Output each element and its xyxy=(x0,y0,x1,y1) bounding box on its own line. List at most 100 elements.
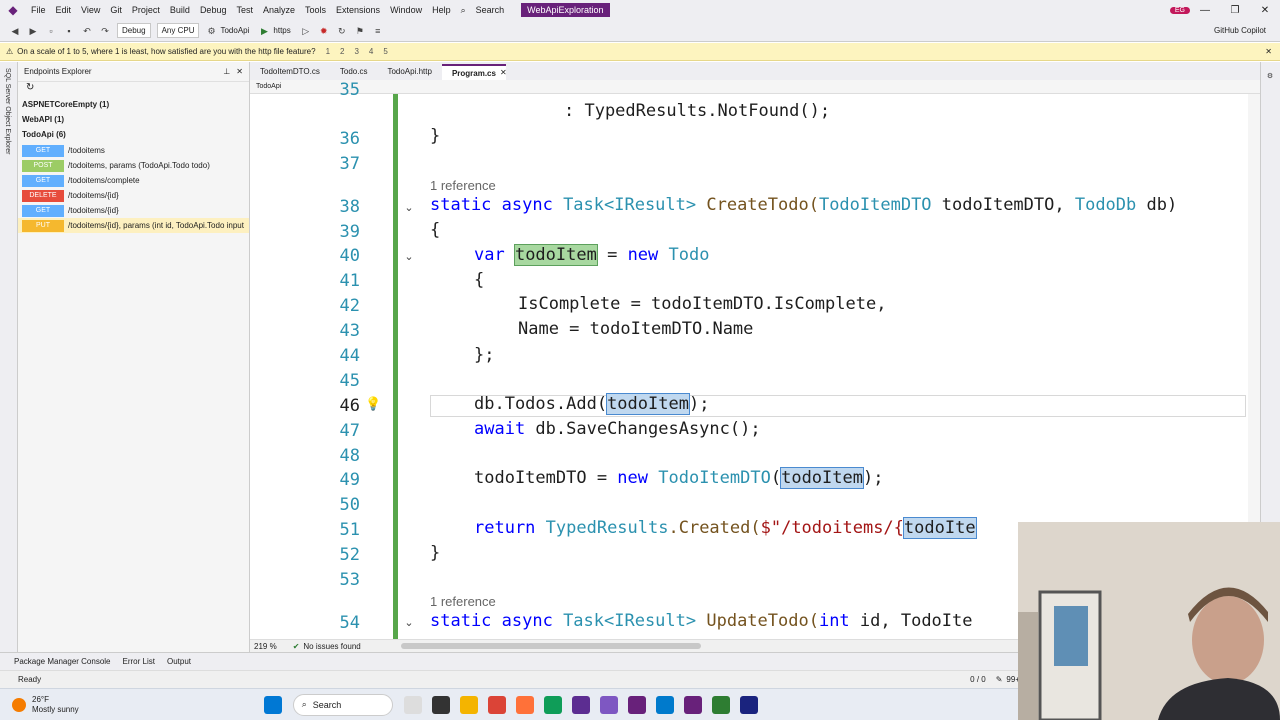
code-line-47[interactable]: await db.SaveChangesAsync(); xyxy=(474,419,761,439)
start-icon[interactable] xyxy=(263,695,282,714)
code-line-38[interactable]: static async Task<IResult> CreateTodo(To… xyxy=(430,195,1177,215)
refresh-icon[interactable]: ↻ xyxy=(18,82,249,98)
taskbar-search[interactable]: ⌕ Search xyxy=(292,693,393,716)
project-dropdown[interactable]: TodoApi xyxy=(256,83,281,90)
code-line-51[interactable]: return TypedResults.Created($"/todoitems… xyxy=(474,517,977,539)
hot-reload-icon[interactable]: ✹ xyxy=(317,24,331,38)
menu-edit[interactable]: Edit xyxy=(51,5,77,15)
collapse-icon[interactable]: ⌄ xyxy=(402,201,416,214)
rating-2[interactable]: 2 xyxy=(340,47,344,56)
horizontal-scrollbar[interactable] xyxy=(400,643,701,649)
tab-todoapi-http[interactable]: TodoApi.http xyxy=(377,64,441,80)
visual-studio-logo-icon[interactable]: ◆ xyxy=(6,3,20,17)
teams-icon[interactable] xyxy=(571,695,590,714)
group-todoapi[interactable]: TodoApi (6) xyxy=(18,128,249,143)
rating-5[interactable]: 5 xyxy=(383,47,387,56)
zoom-level[interactable]: 219 % xyxy=(254,642,277,651)
comment-icon[interactable]: ≡ xyxy=(371,24,385,38)
code-line-52[interactable]: } xyxy=(430,543,440,563)
code-line-54[interactable]: static async Task<IResult> UpdateTodo(in… xyxy=(430,611,973,631)
configuration-select[interactable]: Debug xyxy=(117,23,151,38)
endpoint-row[interactable]: GET /todoitems/{id} xyxy=(18,203,249,218)
file-explorer-icon[interactable] xyxy=(459,695,478,714)
github-copilot-button[interactable]: GitHub Copilot xyxy=(1214,26,1266,35)
code-line-46[interactable]: db.Todos.Add(todoItem); xyxy=(474,393,709,415)
menu-extensions[interactable]: Extensions xyxy=(331,5,385,15)
tab-output[interactable]: Output xyxy=(167,657,191,666)
rating-4[interactable]: 4 xyxy=(369,47,373,56)
forward-icon[interactable]: ▶ xyxy=(26,24,40,38)
search-icon[interactable]: ⌕ xyxy=(456,5,471,16)
run-without-debugging-icon[interactable]: ▷ xyxy=(299,24,313,38)
edge-icon[interactable] xyxy=(543,695,562,714)
menu-window[interactable]: Window xyxy=(385,5,427,15)
app-icon[interactable] xyxy=(599,695,618,714)
pin-icon[interactable]: ⊥ xyxy=(223,67,230,76)
menu-analyze[interactable]: Analyze xyxy=(258,5,300,15)
app-icon[interactable] xyxy=(711,695,730,714)
menu-git[interactable]: Git xyxy=(105,5,127,15)
code-line-35[interactable]: : TypedResults.NotFound(); xyxy=(564,101,830,121)
rating-1[interactable]: 1 xyxy=(326,47,330,56)
collapse-icon[interactable]: ⌄ xyxy=(402,616,416,629)
back-icon[interactable]: ◀ xyxy=(8,24,22,38)
menu-build[interactable]: Build xyxy=(165,5,195,15)
menu-tools[interactable]: Tools xyxy=(300,5,331,15)
chrome-icon[interactable] xyxy=(487,695,506,714)
redo-icon[interactable]: ↷ xyxy=(98,24,112,38)
tab-todo[interactable]: Todo.cs xyxy=(330,64,378,80)
tab-program[interactable]: Program.cs xyxy=(441,64,506,80)
undo-icon[interactable]: ↶ xyxy=(80,24,94,38)
refresh-icon[interactable]: ↻ xyxy=(335,24,349,38)
vscode-icon[interactable] xyxy=(655,695,674,714)
close-panel-icon[interactable]: ✕ xyxy=(236,67,243,76)
issues-status[interactable]: No issues found xyxy=(303,642,360,651)
menu-test[interactable]: Test xyxy=(231,5,258,15)
collapse-icon[interactable]: ⌄ xyxy=(402,250,416,263)
new-file-icon[interactable]: ▫ xyxy=(44,24,58,38)
firefox-icon[interactable] xyxy=(515,695,534,714)
tab-todoitemdto[interactable]: TodoItemDTO.cs xyxy=(250,64,330,80)
startup-project[interactable]: TodoApi xyxy=(220,26,249,35)
menu-file[interactable]: File xyxy=(26,5,51,15)
code-line-43[interactable]: Name = todoItemDTO.Name xyxy=(518,319,753,339)
endpoint-row[interactable]: GET /todoitems/complete xyxy=(18,173,249,188)
code-line-49[interactable]: todoItemDTO = new TodoItemDTO(todoItem); xyxy=(474,467,883,489)
code-line-44[interactable]: }; xyxy=(474,345,494,365)
task-view-icon[interactable] xyxy=(431,695,450,714)
group-aspnetcoreempty[interactable]: ASPNETCoreEmpty (1) xyxy=(18,98,249,113)
menu-project[interactable]: Project xyxy=(127,5,165,15)
close-tab-icon[interactable]: ✕ xyxy=(500,68,507,77)
gear-icon[interactable]: ⚙ xyxy=(1265,72,1273,80)
endpoint-row[interactable]: GET /todoitems xyxy=(18,143,249,158)
visual-studio-active-icon[interactable] xyxy=(683,695,702,714)
tab-package-manager-console[interactable]: Package Manager Console xyxy=(14,657,111,666)
line-position[interactable]: 0 / 0 xyxy=(970,675,986,684)
minimize-icon[interactable]: — xyxy=(1190,5,1220,16)
user-avatar[interactable]: EG xyxy=(1169,6,1190,14)
run-target[interactable]: https xyxy=(273,26,290,35)
code-line-41[interactable]: { xyxy=(474,270,484,290)
codelens-reference[interactable]: 1 reference xyxy=(430,178,496,193)
code-line-36[interactable]: } xyxy=(430,126,440,146)
menu-view[interactable]: View xyxy=(76,5,105,15)
visual-studio-icon[interactable] xyxy=(627,695,646,714)
tab-error-list[interactable]: Error List xyxy=(123,657,155,666)
sql-server-object-explorer-tab[interactable]: SQL Server Object Explorer xyxy=(4,68,11,155)
codelens-reference[interactable]: 1 reference xyxy=(430,594,496,609)
rating-3[interactable]: 3 xyxy=(354,47,358,56)
close-infobar-icon[interactable]: ✕ xyxy=(1265,47,1272,56)
group-webapi[interactable]: WebAPI (1) xyxy=(18,113,249,128)
premiere-icon[interactable] xyxy=(739,695,758,714)
endpoint-row[interactable]: POST /todoitems, params (TodoApi.Todo to… xyxy=(18,158,249,173)
code-line-39[interactable]: { xyxy=(430,220,440,240)
endpoint-row[interactable]: DELETE /todoitems/{id} xyxy=(18,188,249,203)
menu-search[interactable]: Search xyxy=(471,5,510,15)
code-line-42[interactable]: IsComplete = todoItemDTO.IsComplete, xyxy=(518,294,886,314)
save-icon[interactable]: ▪ xyxy=(62,24,76,38)
menu-help[interactable]: Help xyxy=(427,5,456,15)
restore-icon[interactable]: ❐ xyxy=(1220,5,1250,16)
lightbulb-icon[interactable]: 💡 xyxy=(365,396,381,414)
endpoint-row[interactable]: PUT /todoitems/{id}, params (int id, Tod… xyxy=(18,218,249,233)
navigation-bar[interactable]: TodoApi xyxy=(250,80,1260,94)
